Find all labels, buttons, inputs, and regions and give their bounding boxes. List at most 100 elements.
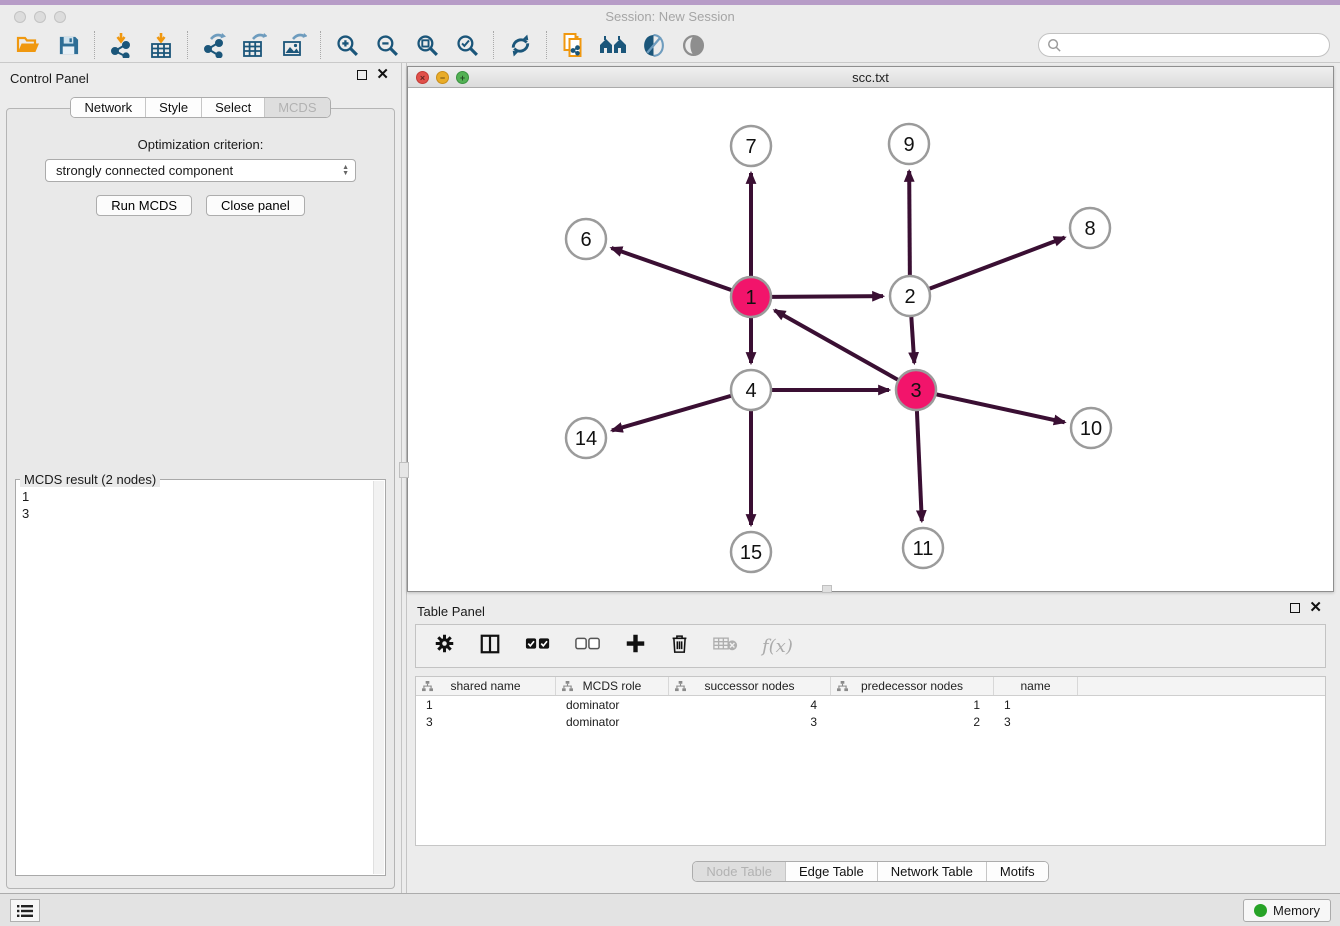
column-type-icon: [837, 681, 848, 692]
mcds-panel: Optimization criterion: strongly connect…: [6, 108, 395, 889]
splitter-grip[interactable]: [399, 462, 409, 478]
tab-network-table[interactable]: Network Table: [877, 862, 986, 881]
column-header-label: name: [1020, 679, 1050, 693]
network-window-titlebar[interactable]: × − + scc.txt: [408, 67, 1333, 88]
tab-edge-table[interactable]: Edge Table: [785, 862, 877, 881]
edge-2-9[interactable]: [909, 171, 910, 275]
table-cell[interactable]: 1: [416, 698, 556, 712]
apply-style-icon[interactable]: [633, 30, 673, 60]
node-table[interactable]: shared name MCDS role successor nodesprede…: [415, 676, 1326, 846]
tab-network[interactable]: Network: [71, 98, 145, 117]
table-cell[interactable]: 3: [416, 715, 556, 729]
settings-gear-icon[interactable]: [434, 633, 455, 659]
tab-mcds[interactable]: MCDS: [264, 98, 329, 117]
import-network-icon[interactable]: [101, 30, 141, 60]
save-session-icon[interactable]: [48, 30, 88, 60]
clone-network-icon[interactable]: [553, 30, 593, 60]
open-session-icon[interactable]: [8, 30, 48, 60]
column-type-icon: [562, 681, 573, 692]
deselect-all-icon[interactable]: [575, 637, 601, 656]
float-panel-icon[interactable]: [357, 70, 367, 80]
zoom-in-icon[interactable]: [327, 30, 367, 60]
column-header-shared-name[interactable]: shared name: [416, 677, 556, 695]
first-neighbors-icon[interactable]: [593, 30, 633, 60]
zoom-fit-icon[interactable]: [407, 30, 447, 60]
select-stepper-icon: ▲▼: [335, 165, 349, 177]
tab-motifs[interactable]: Motifs: [986, 862, 1048, 881]
memory-label: Memory: [1273, 903, 1320, 918]
node-label: 4: [745, 380, 756, 402]
table-row[interactable]: 1dominator411: [416, 696, 1325, 713]
edge-4-14[interactable]: [612, 396, 731, 431]
table-panel-title: Table Panel: [417, 604, 485, 619]
float-panel-icon[interactable]: [1290, 603, 1300, 613]
mcds-result-line: 1: [22, 488, 367, 505]
mcds-result-box: MCDS result (2 nodes) 13: [15, 479, 386, 876]
tab-select[interactable]: Select: [201, 98, 264, 117]
task-history-button[interactable]: [10, 899, 40, 922]
column-layout-icon[interactable]: [479, 633, 501, 660]
memory-button[interactable]: Memory: [1243, 899, 1331, 922]
control-panel-title: Control Panel: [10, 71, 89, 86]
table-cell[interactable]: dominator: [556, 715, 669, 729]
table-cell[interactable]: 2: [831, 715, 994, 729]
table-cell[interactable]: 3: [669, 715, 831, 729]
node-label: 10: [1080, 418, 1102, 440]
zoom-out-icon[interactable]: [367, 30, 407, 60]
export-image-icon[interactable]: [274, 30, 314, 60]
export-table-icon[interactable]: [234, 30, 274, 60]
table-row[interactable]: 3dominator323: [416, 713, 1325, 730]
toolbar-separator: [320, 31, 321, 59]
edge-3-10[interactable]: [937, 394, 1065, 422]
show-hide-icon[interactable]: [673, 30, 713, 60]
tab-node-table[interactable]: Node Table: [693, 862, 785, 881]
column-type-icon: [675, 681, 686, 692]
toolbar-separator: [546, 31, 547, 59]
column-header-successor-nodes[interactable]: successor nodes: [669, 677, 831, 695]
run-mcds-button[interactable]: Run MCDS: [96, 195, 192, 216]
network-canvas[interactable]: 7968124314101511: [408, 88, 1333, 591]
table-cell[interactable]: 4: [669, 698, 831, 712]
table-cell[interactable]: 3: [994, 715, 1078, 729]
tab-style[interactable]: Style: [145, 98, 201, 117]
edge-2-3[interactable]: [911, 317, 914, 363]
table-cell[interactable]: 1: [831, 698, 994, 712]
zoom-selected-icon[interactable]: [447, 30, 487, 60]
export-network-icon[interactable]: [194, 30, 234, 60]
table-cell[interactable]: dominator: [556, 698, 669, 712]
edge-1-6[interactable]: [611, 248, 731, 290]
delete-column-icon[interactable]: [670, 633, 689, 659]
edge-2-8[interactable]: [930, 238, 1065, 289]
toolbar-separator: [94, 31, 95, 59]
column-header-name[interactable]: name: [994, 677, 1078, 695]
edge-3-1[interactable]: [775, 310, 898, 379]
window-title: Session: New Session: [0, 9, 1340, 24]
mcds-result-text[interactable]: 13: [16, 482, 373, 875]
apply-layout-icon[interactable]: [500, 30, 540, 60]
edge-3-11[interactable]: [917, 411, 922, 521]
close-panel-icon[interactable]: ✕: [1309, 603, 1322, 613]
criterion-value: strongly connected component: [56, 163, 233, 178]
column-header-predecessor-nodes[interactable]: predecessor nodes: [831, 677, 994, 695]
search-input[interactable]: [1038, 33, 1330, 57]
add-column-icon[interactable]: [625, 633, 646, 659]
edge-1-2[interactable]: [772, 296, 883, 297]
table-toolbar: f(x): [415, 624, 1326, 668]
table-cell[interactable]: 1: [994, 698, 1078, 712]
node-label: 6: [580, 229, 591, 251]
toolbar-separator: [493, 31, 494, 59]
select-all-icon[interactable]: [525, 637, 551, 656]
scrollbar[interactable]: [373, 481, 384, 874]
node-label: 15: [740, 542, 762, 564]
criterion-select[interactable]: strongly connected component ▲▼: [45, 159, 356, 182]
list-icon: [17, 904, 33, 918]
toolbar-separator: [187, 31, 188, 59]
table-tabs: Node TableEdge TableNetwork TableMotifs: [407, 861, 1334, 882]
column-header-label: MCDS role: [583, 679, 642, 693]
close-panel-button[interactable]: Close panel: [206, 195, 305, 216]
import-table-icon[interactable]: [141, 30, 181, 60]
column-header-MCDS-role[interactable]: MCDS role: [556, 677, 669, 695]
column-type-icon: [422, 681, 433, 692]
splitter-grip[interactable]: [822, 585, 832, 593]
close-panel-icon[interactable]: ✕: [376, 70, 389, 80]
